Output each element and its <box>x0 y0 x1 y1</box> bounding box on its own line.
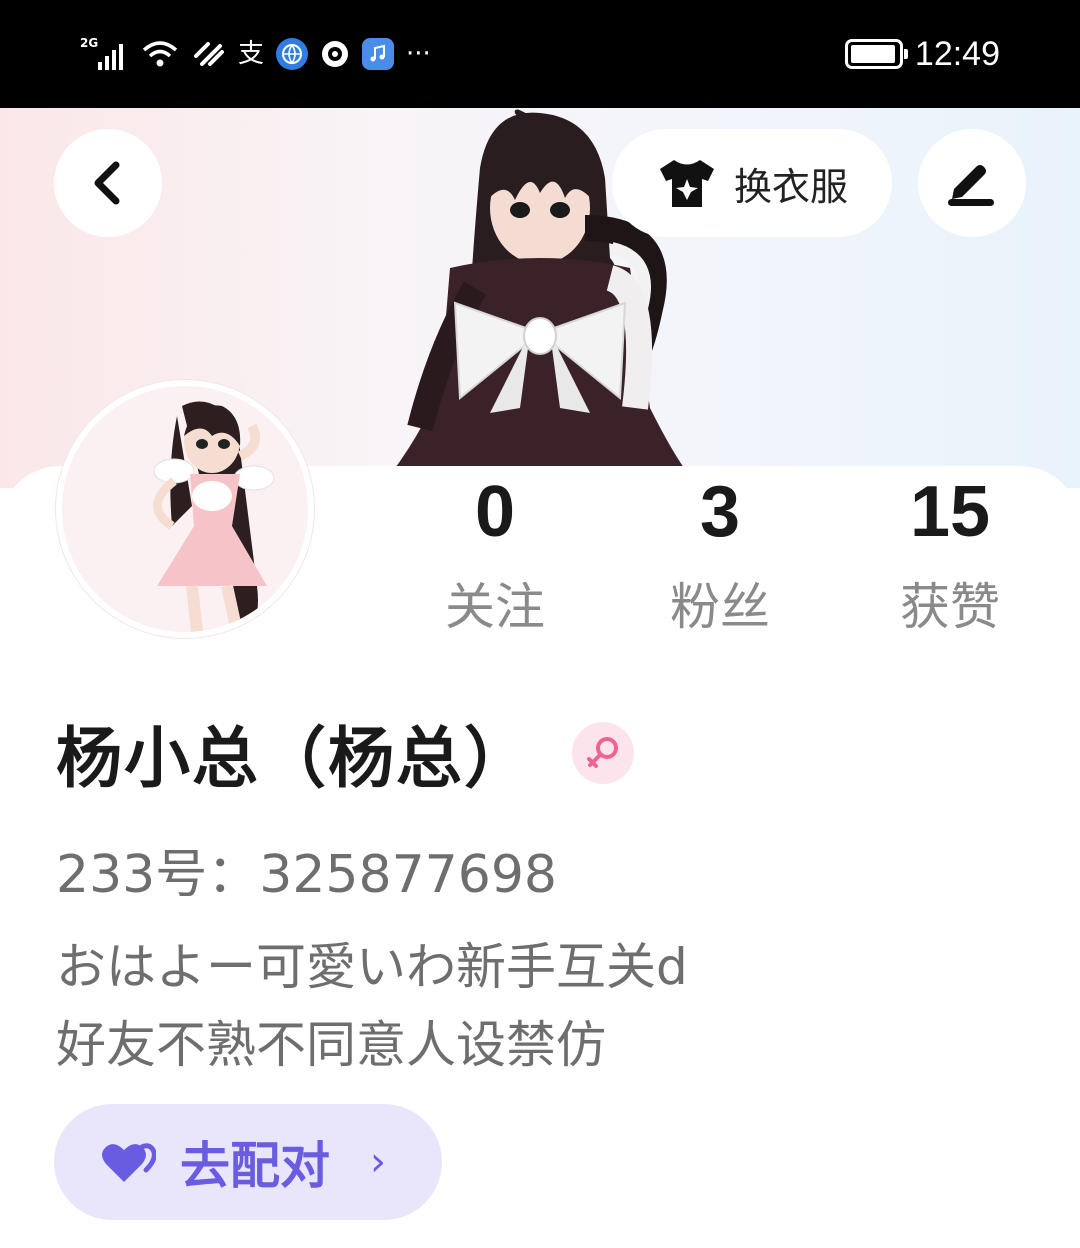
alipay-icon: 支 <box>238 39 265 69</box>
user-id: 233号：325877698 <box>56 845 558 905</box>
chevron-right-icon: › <box>370 1139 386 1185</box>
followers-count: 3 <box>699 472 741 552</box>
battery-icon <box>844 39 908 69</box>
clock: 12:49 <box>914 34 1000 73</box>
more-dots-icon: ··· <box>406 39 431 69</box>
following-label: 关注 <box>445 578 545 636</box>
change-outfit-label: 换衣服 <box>733 164 848 209</box>
status-icons-right: 12:49 <box>844 34 1000 74</box>
signal-icon: 2G <box>80 36 128 72</box>
likes-count: 15 <box>909 472 991 552</box>
bio-line-1: おはよー可愛いわ新手互关d <box>56 938 688 996</box>
heart-icon <box>102 1143 156 1182</box>
edit-profile-button[interactable] <box>918 129 1026 237</box>
stat-following[interactable]: 0 关注 <box>380 470 610 642</box>
gender-badge <box>572 722 634 784</box>
chevron-left-icon <box>94 161 120 205</box>
stats-row: 0 关注 3 粉丝 15 获赞 <box>380 470 1070 650</box>
app-icon <box>194 42 224 66</box>
stat-followers[interactable]: 3 粉丝 <box>605 470 835 642</box>
music-app-icon <box>362 38 395 70</box>
name-row: 杨小总（杨总） <box>56 708 634 798</box>
camera-app-icon <box>322 41 349 67</box>
network-type: 2G <box>80 36 99 50</box>
profile-avatar[interactable] <box>56 380 314 638</box>
status-icons-left: 2G 支 ··· <box>80 36 431 72</box>
status-bar: 2G 支 ··· 12:49 <box>0 0 1080 108</box>
back-button[interactable] <box>54 129 162 237</box>
bio: おはよー可愛いわ新手互关d 好友不熟不同意人设禁仿 <box>56 928 688 1084</box>
following-count: 0 <box>474 472 516 552</box>
followers-label: 粉丝 <box>670 578 770 636</box>
match-label: 去配对 <box>180 1137 330 1195</box>
browser-icon <box>276 38 309 70</box>
tshirt-icon <box>659 160 714 207</box>
likes-label: 获赞 <box>900 578 1000 636</box>
change-outfit-button[interactable]: 换衣服 <box>612 129 892 237</box>
bio-line-2: 好友不熟不同意人设禁仿 <box>56 1016 606 1074</box>
avatar-image <box>62 386 308 632</box>
stat-likes[interactable]: 15 获赞 <box>835 470 1065 642</box>
wifi-icon <box>142 41 178 67</box>
match-button[interactable]: 去配对 › <box>54 1104 442 1220</box>
user-name: 杨小总（杨总） <box>56 720 532 797</box>
pen-icon <box>948 165 994 206</box>
female-symbol-icon <box>587 737 618 768</box>
